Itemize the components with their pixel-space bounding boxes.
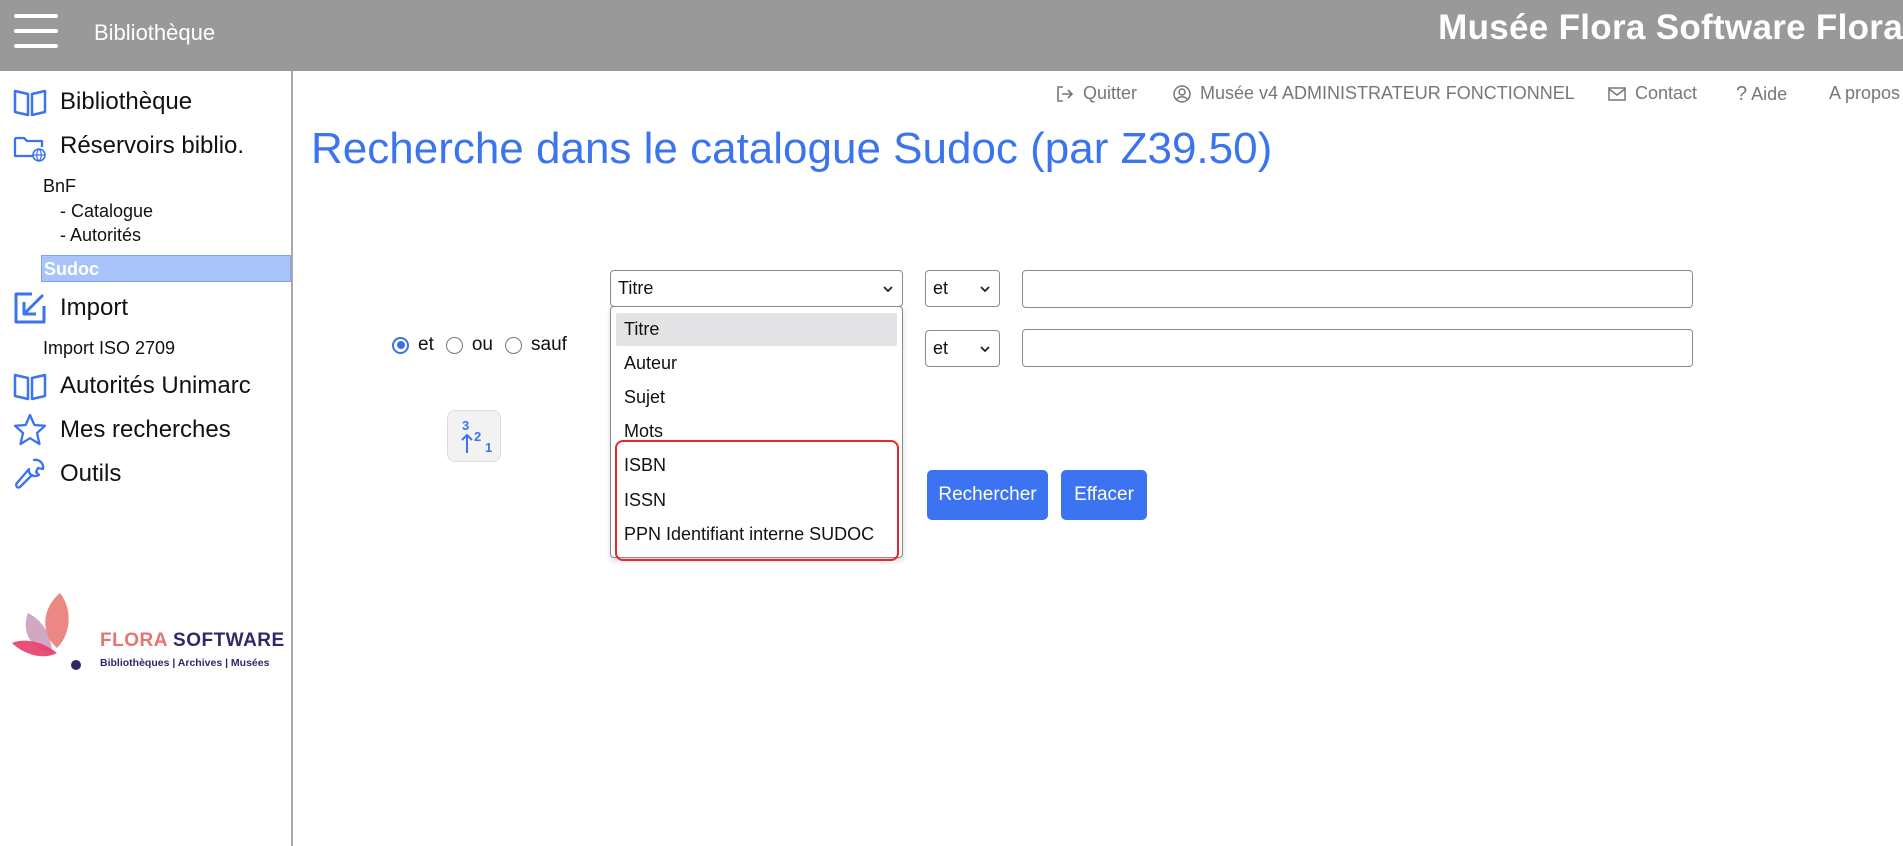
top-section-title: Bibliothèque [94, 20, 216, 45]
sidebar-item-label: Outils [60, 460, 122, 487]
about-label: A propos [1829, 83, 1901, 103]
svg-text:1: 1 [485, 440, 492, 455]
sidebar-item-label: Import [60, 294, 129, 321]
sidebar-item-bibliotheque[interactable]: Bibliothèque [12, 84, 192, 120]
radio-ou[interactable] [445, 336, 463, 354]
sort-order-button[interactable]: 3 2 1 [447, 410, 501, 462]
sidebar-item-label: Mes recherches [60, 416, 231, 443]
sidebar: Bibliothèque Réservoirs biblio. BnF - Ca… [0, 71, 293, 846]
radio-et[interactable] [392, 336, 409, 354]
radio-label: sauf [531, 334, 567, 355]
search-text-input-2[interactable] [1022, 329, 1693, 367]
select-value: et [933, 338, 949, 358]
logo-text: FLORA SOFTWARE [100, 630, 285, 651]
import-arrow-icon [14, 292, 46, 324]
select-value: et [933, 278, 949, 298]
hamburger-menu-icon[interactable] [14, 14, 58, 48]
radio-label: et [418, 334, 434, 355]
contact-link[interactable]: Contact [1607, 83, 1697, 104]
dropdown-option-mots[interactable]: Mots [616, 415, 897, 448]
sidebar-item-autorites-unimarc[interactable]: Autorités Unimarc [12, 368, 251, 404]
page-title: Recherche dans le catalogue Sudoc (par Z… [311, 124, 1273, 173]
open-book-icon [13, 373, 47, 401]
lotus-logo-icon [12, 593, 81, 670]
contact-label: Contact [1635, 83, 1698, 103]
open-book-icon [13, 89, 47, 117]
sidebar-item-label: Bibliothèque [60, 88, 193, 115]
sidebar-sub-sudoc[interactable]: Sudoc [41, 255, 291, 282]
dropdown-option-sujet[interactable]: Sujet [616, 381, 897, 414]
user-label: Musée v4 ADMINISTRATEUR FONCTIONNEL [1200, 83, 1575, 103]
dropdown-option-issn[interactable]: ISSN [616, 484, 897, 517]
sidebar-sub-bnf[interactable]: BnF [43, 176, 76, 197]
sidebar-sub-import-iso[interactable]: Import ISO 2709 [43, 338, 175, 359]
svg-text:2: 2 [474, 429, 481, 444]
quit-link[interactable]: Quitter [1055, 83, 1137, 104]
radio-sauf[interactable] [505, 336, 522, 354]
svg-text:3: 3 [462, 418, 469, 433]
chevron-down-icon [883, 285, 893, 292]
dropdown-option-isbn[interactable]: ISBN [616, 449, 897, 482]
dropdown-option-titre[interactable]: Titre [616, 313, 897, 346]
wrench-icon [15, 458, 45, 489]
top-bar: Bibliothèque Musée Flora Software Flora [0, 0, 1903, 71]
globe-folder-icon [13, 136, 46, 162]
flora-software-logo: FLORA SOFTWARE Bibliothèques | Archives … [12, 593, 285, 673]
search-text-input-1[interactable] [1022, 270, 1693, 308]
dropdown-option-auteur[interactable]: Auteur [616, 347, 897, 380]
sidebar-item-reservoirs[interactable]: Réservoirs biblio. [12, 128, 244, 164]
question-mark-icon: ? [1736, 83, 1748, 105]
operator-select-1[interactable]: et [925, 270, 1000, 307]
star-icon [13, 413, 47, 446]
help-link[interactable]: ? Aide [1736, 83, 1787, 106]
sidebar-sub-autorites[interactable]: - Autorités [60, 225, 141, 246]
chevron-down-icon [980, 345, 990, 352]
user-circle-icon [1173, 84, 1191, 103]
sort-numeric-icon: 3 2 1 [461, 418, 492, 455]
quit-label: Quitter [1083, 83, 1138, 103]
clear-button[interactable]: Effacer [1061, 470, 1147, 520]
boolean-radio-group: et ou sauf [392, 334, 579, 356]
search-field-select-1[interactable]: Titre [610, 270, 903, 307]
sidebar-item-label: Autorités Unimarc [60, 372, 251, 399]
search-field-dropdown-list: Titre Auteur Sujet Mots ISBN ISSN PPN Id… [610, 306, 903, 558]
envelope-icon [1608, 86, 1626, 101]
sidebar-item-mes-recherches[interactable]: Mes recherches [12, 412, 231, 448]
sidebar-item-import[interactable]: Import [12, 290, 128, 326]
app-title: Musée Flora Software Flora [1438, 8, 1903, 47]
radio-label: ou [471, 334, 493, 355]
dropdown-option-ppn[interactable]: PPN Identifiant interne SUDOC [616, 518, 897, 551]
search-button[interactable]: Rechercher [927, 470, 1048, 520]
sidebar-item-outils[interactable]: Outils [12, 456, 121, 492]
sidebar-item-label: Réservoirs biblio. [60, 132, 245, 159]
chevron-down-icon [980, 285, 990, 292]
sidebar-sub-catalogue[interactable]: - Catalogue [60, 201, 153, 222]
user-link[interactable]: Musée v4 ADMINISTRATEUR FONCTIONNEL [1172, 83, 1575, 104]
logo-tagline: Bibliothèques | Archives | Musées [100, 657, 270, 669]
select-value: Titre [618, 278, 654, 298]
exit-icon [1057, 85, 1074, 102]
operator-select-2[interactable]: et [925, 330, 1000, 367]
about-link[interactable]: A propos [1829, 83, 1900, 104]
help-label: Aide [1751, 84, 1788, 104]
